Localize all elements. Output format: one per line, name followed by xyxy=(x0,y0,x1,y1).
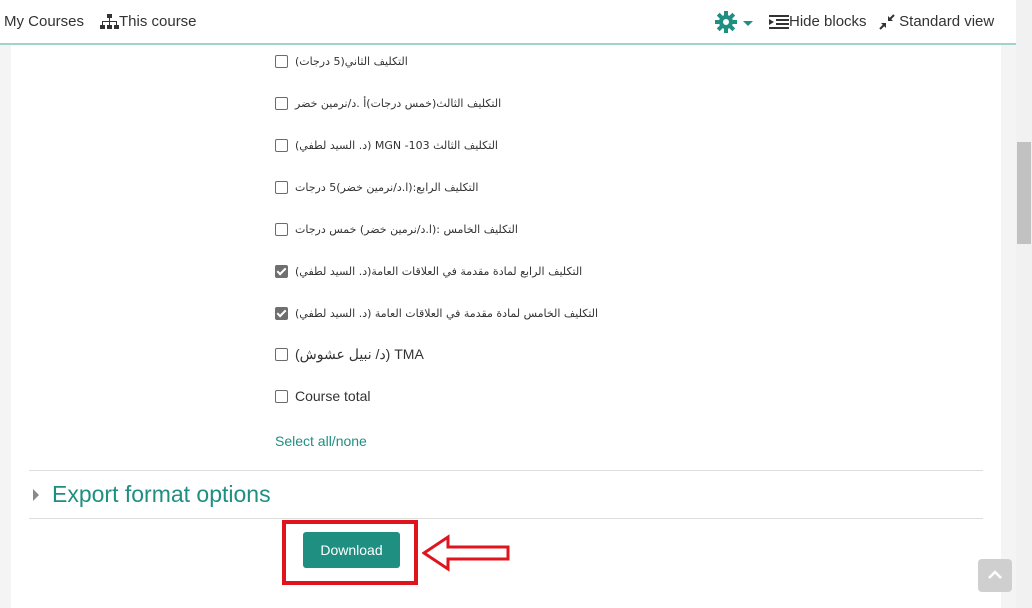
grade-item[interactable]: التكليف الثالث(خمس درجات)أ .د/نرمين خضر xyxy=(275,93,501,113)
divider xyxy=(29,518,983,519)
grade-item[interactable]: التكليف الثالث MGN -103 (د. السيد لطفي) xyxy=(275,135,498,155)
chevron-up-icon xyxy=(988,570,1002,579)
gear-icon[interactable] xyxy=(715,11,737,33)
standard-view-label: Standard view xyxy=(899,13,995,30)
checkbox[interactable] xyxy=(275,222,288,236)
checkbox[interactable] xyxy=(275,96,288,110)
divider xyxy=(29,470,983,471)
grade-item-label: التكليف الثالث(خمس درجات)أ .د/نرمين خضر xyxy=(295,96,502,110)
grade-item[interactable]: Course total xyxy=(275,386,370,406)
sitemap-icon xyxy=(100,14,119,30)
grade-item[interactable]: التكليف الرابع لمادة مقدمة في العلاقات ا… xyxy=(275,261,582,281)
scrollbar-track[interactable] xyxy=(1016,0,1032,608)
hide-blocks-label: Hide blocks xyxy=(789,13,867,30)
nav-this-course-label: This course xyxy=(119,13,197,30)
checkbox[interactable] xyxy=(275,389,288,403)
export-format-options-header[interactable]: Export format options xyxy=(52,481,271,508)
grade-item-label: التكليف الخامس :(ا.د/نرمين خضر) خمس درجا… xyxy=(295,222,518,236)
nav-this-course[interactable]: This course xyxy=(100,13,197,30)
standard-view-button[interactable]: Standard view xyxy=(879,13,994,30)
annotation-arrow-icon xyxy=(422,534,510,572)
checkbox[interactable] xyxy=(275,347,288,361)
grade-item-label: التكليف الرابع:(ا.د/نرمين خضر)5 درجات xyxy=(295,180,479,194)
chevron-right-icon[interactable] xyxy=(33,489,39,501)
grade-item-label: التكليف الثالث MGN -103 (د. السيد لطفي) xyxy=(295,138,498,152)
download-button[interactable]: Download xyxy=(303,532,400,568)
grade-item[interactable]: التكليف الرابع:(ا.د/نرمين خضر)5 درجات xyxy=(275,177,478,197)
top-navbar: My Courses This course Hide blocks Stand… xyxy=(0,0,1016,45)
checkbox[interactable] xyxy=(275,180,288,194)
checkbox-checked[interactable] xyxy=(275,264,288,278)
checkbox-checked[interactable] xyxy=(275,306,288,320)
scrollbar-thumb[interactable] xyxy=(1017,142,1031,244)
grade-item[interactable]: TMA (د/ نبيل عشوش) xyxy=(275,344,424,364)
back-to-top-button[interactable] xyxy=(978,559,1012,592)
indent-icon xyxy=(769,15,789,30)
select-all-none-link[interactable]: Select all/none xyxy=(275,433,367,449)
chevron-down-icon[interactable] xyxy=(743,21,753,26)
grade-item-label: TMA (د/ نبيل عشوش) xyxy=(295,345,424,362)
hide-blocks-button[interactable]: Hide blocks xyxy=(769,13,867,30)
page-left-margin xyxy=(0,45,11,608)
grade-item-label: التكليف الخامس لمادة مقدمة في العلاقات ا… xyxy=(295,306,599,320)
grade-item[interactable]: التكليف الخامس لمادة مقدمة في العلاقات ا… xyxy=(275,303,598,323)
grade-item-label: التكليف الثاني(5 درجات) xyxy=(295,54,408,68)
grade-item-label: التكليف الرابع لمادة مقدمة في العلاقات ا… xyxy=(295,264,583,278)
checkbox[interactable] xyxy=(275,54,288,68)
compress-icon xyxy=(879,14,895,30)
grade-item-label: Course total xyxy=(295,388,371,404)
nav-my-courses[interactable]: My Courses xyxy=(4,13,84,30)
grade-item[interactable]: التكليف الخامس :(ا.د/نرمين خضر) خمس درجا… xyxy=(275,219,518,239)
grade-item[interactable]: التكليف الثاني(5 درجات) xyxy=(275,51,408,71)
checkbox[interactable] xyxy=(275,138,288,152)
page-right-margin xyxy=(1001,45,1016,608)
